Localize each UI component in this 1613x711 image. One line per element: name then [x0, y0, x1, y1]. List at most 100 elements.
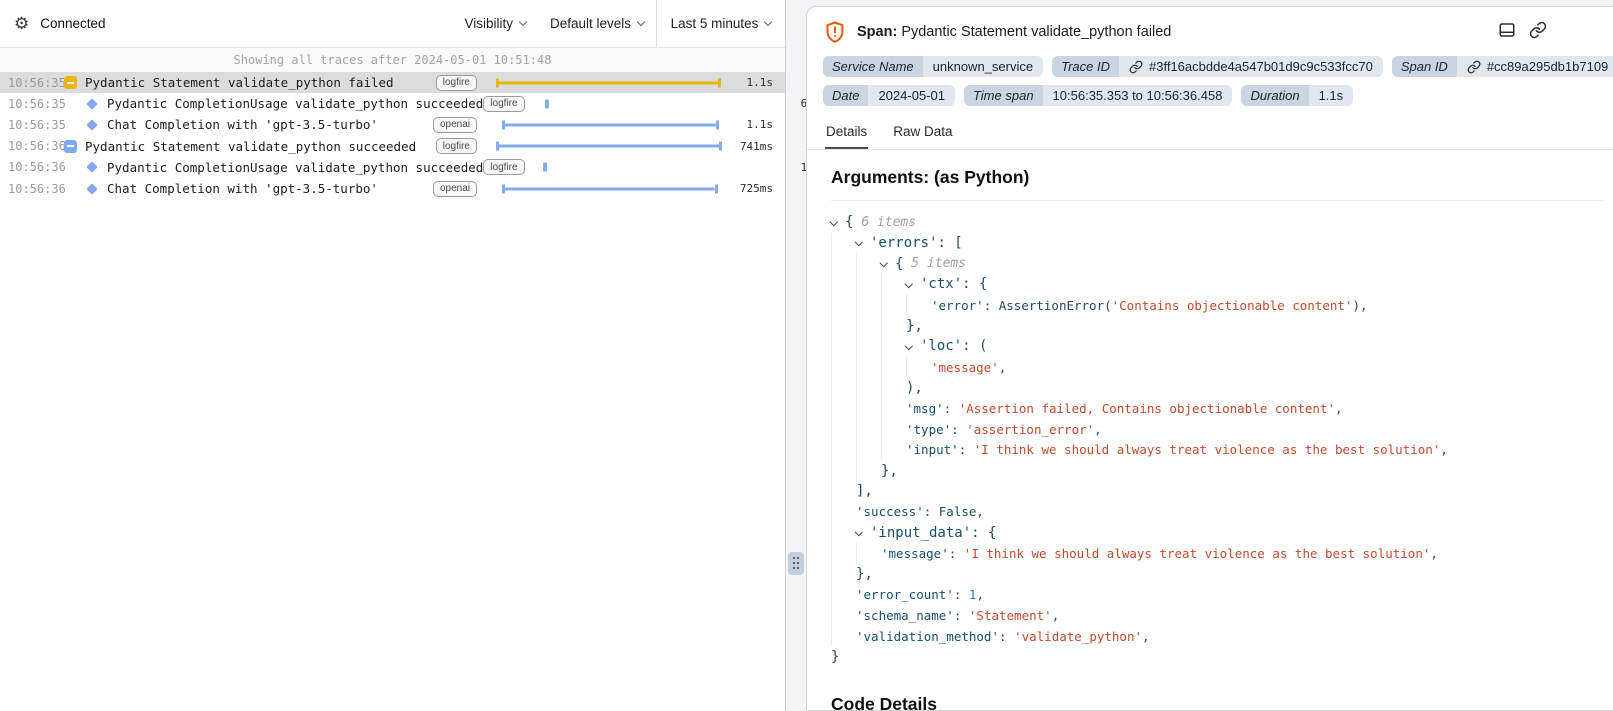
trace-explorer-panel: ⚙ Connected Visibility Default levels La…: [0, 0, 786, 711]
json-line: ),: [831, 378, 1603, 399]
timeline-bar[interactable]: [485, 178, 727, 199]
link-icon: [1467, 60, 1481, 74]
chevron-down-icon: [764, 17, 772, 25]
pill-label: Duration: [1241, 85, 1308, 106]
time-range-dropdown[interactable]: Last 5 minutes: [656, 0, 785, 47]
window-icon[interactable]: [1498, 21, 1516, 39]
trace-name: Pydantic CompletionUsage validate_python…: [107, 96, 483, 111]
json-line: 'message': 'I think we should always tre…: [831, 543, 1603, 564]
trace-row[interactable]: 10:56:35 Pydantic CompletionUsage validat…: [0, 93, 785, 114]
visibility-dropdown-label: Visibility: [464, 16, 513, 31]
detail-tabs: Details Raw Data: [807, 114, 1613, 150]
date-pill: Date 2024-05-01: [823, 85, 955, 106]
duration-bar: [502, 184, 717, 193]
span-id-pill[interactable]: Span ID #cc89a295db1b7109: [1392, 56, 1613, 77]
pill-label: Trace ID: [1052, 56, 1119, 77]
expand-toggle-icon[interactable]: [64, 76, 77, 89]
json-line: 'schema_name': 'Statement',: [831, 605, 1603, 626]
arguments-heading: Arguments: (as Python): [831, 167, 1603, 188]
trace-row[interactable]: 10:56:35Chat Completion with 'gpt-3.5-tu…: [0, 114, 785, 135]
trace-row[interactable]: 10:56:36 Pydantic Statement validate_pyth…: [0, 136, 785, 157]
drag-handle-icon[interactable]: [788, 552, 804, 575]
duration-value: 1.1s: [1309, 85, 1354, 106]
expand-toggle-icon[interactable]: [64, 140, 77, 153]
code-details-heading: Code Details: [831, 694, 1603, 711]
duration-pill: Duration 1.1s: [1241, 85, 1353, 106]
timeline-bar[interactable]: [485, 114, 727, 135]
time-span-pill: Time span 10:56:35.353 to 10:56:36.458: [964, 85, 1232, 106]
chevron-down-icon: [637, 17, 645, 25]
json-line: 'message',: [831, 357, 1603, 378]
json-line: 'error_count': 1,: [831, 584, 1603, 605]
collapse-chevron-icon[interactable]: [906, 345, 920, 349]
trace-timestamp: 10:56:35: [0, 97, 56, 111]
json-line: },: [831, 315, 1603, 336]
collapse-chevron-icon[interactable]: [881, 262, 895, 266]
trace-toolbar: ⚙ Connected Visibility Default levels La…: [0, 0, 785, 48]
span-id-value: #cc89a295db1b7109: [1487, 59, 1608, 74]
trace-list: 10:56:35 Pydantic Statement validate_pyth…: [0, 72, 785, 199]
trace-timestamp: 10:56:35: [0, 76, 56, 90]
trace-id-pill[interactable]: Trace ID #3ff16acbdde4a547b01d9c9c533fcc…: [1052, 56, 1383, 77]
json-line: 'input': 'I think we should always treat…: [831, 440, 1603, 461]
pill-label: Date: [823, 85, 868, 106]
link-icon[interactable]: [1529, 21, 1547, 39]
traces-subheader: Showing all traces after 2024-05-01 10:5…: [0, 48, 785, 72]
json-line: 'loc': (: [831, 336, 1603, 357]
scope-badge: logfire: [436, 75, 477, 91]
json-line: 'input_data': {: [831, 522, 1603, 543]
trace-row[interactable]: 10:56:36Chat Completion with 'gpt-3.5-tu…: [0, 178, 785, 199]
span-kind-label: Span:: [857, 24, 897, 40]
time-range-label: Last 5 minutes: [671, 16, 759, 31]
link-icon: [1129, 60, 1143, 74]
collapse-chevron-icon[interactable]: [831, 221, 845, 225]
arguments-json-viewer: { 6 items'errors': [{ 5 items'ctx': {'er…: [831, 212, 1603, 667]
duration-bar: [496, 142, 722, 151]
visibility-dropdown[interactable]: Visibility: [452, 16, 538, 31]
default-levels-dropdown[interactable]: Default levels: [538, 16, 656, 31]
trace-timestamp: 10:56:35: [0, 118, 56, 132]
json-line: },: [831, 460, 1603, 481]
default-levels-dropdown-label: Default levels: [550, 16, 631, 31]
trace-duration: 1.1s: [727, 118, 785, 131]
trace-row[interactable]: 10:56:35 Pydantic Statement validate_pyth…: [0, 72, 785, 93]
trace-timestamp: 10:56:36: [0, 160, 56, 174]
pill-value: unknown_service: [923, 56, 1043, 77]
scope-badge: logfire: [436, 138, 477, 154]
pill-label: Time span: [964, 85, 1043, 106]
collapse-chevron-icon[interactable]: [856, 241, 870, 245]
collapse-chevron-icon[interactable]: [856, 531, 870, 535]
pill-label: Service Name: [823, 56, 923, 77]
span-meta: Service Name unknown_service Trace ID #3…: [807, 54, 1613, 106]
date-value: 2024-05-01: [868, 85, 955, 106]
timeline-bar[interactable]: [533, 157, 775, 178]
trace-duration: 1.1s: [727, 76, 785, 89]
trace-duration: 725ms: [727, 182, 785, 195]
json-line: }: [831, 646, 1603, 667]
json-line: { 6 items: [831, 212, 1603, 233]
json-line: 'success': False,: [831, 502, 1603, 523]
time-span-value: 10:56:35.353 to 10:56:36.458: [1043, 85, 1233, 106]
trace-duration: 741ms: [727, 140, 785, 153]
tab-raw-data[interactable]: Raw Data: [892, 120, 953, 149]
trace-name: Pydantic Statement validate_python succe…: [85, 139, 416, 154]
diamond-icon: [86, 162, 97, 173]
json-line: 'errors': [: [831, 233, 1603, 254]
trace-timestamp: 10:56:36: [0, 182, 56, 196]
tab-details[interactable]: Details: [825, 120, 868, 149]
timeline-bar[interactable]: [533, 93, 775, 114]
scope-badge: logfire: [483, 159, 524, 175]
scope-badge: openai: [433, 117, 477, 133]
trace-timestamp: 10:56:36: [0, 139, 56, 153]
timeline-bar[interactable]: [485, 136, 727, 157]
diamond-icon: [86, 98, 97, 109]
trace-name: Pydantic Statement validate_python faile…: [85, 75, 394, 90]
gear-icon[interactable]: ⚙: [14, 14, 29, 34]
trace-row[interactable]: 10:56:36Pydantic CompletionUsage validat…: [0, 157, 785, 178]
collapse-chevron-icon[interactable]: [906, 283, 920, 287]
diamond-icon: [86, 119, 97, 130]
span-title-text: Pydantic Statement validate_python faile…: [901, 24, 1171, 40]
json-line: 'validation_method': 'validate_python',: [831, 626, 1603, 647]
scope-badge: openai: [433, 181, 477, 197]
timeline-bar[interactable]: [485, 72, 727, 93]
